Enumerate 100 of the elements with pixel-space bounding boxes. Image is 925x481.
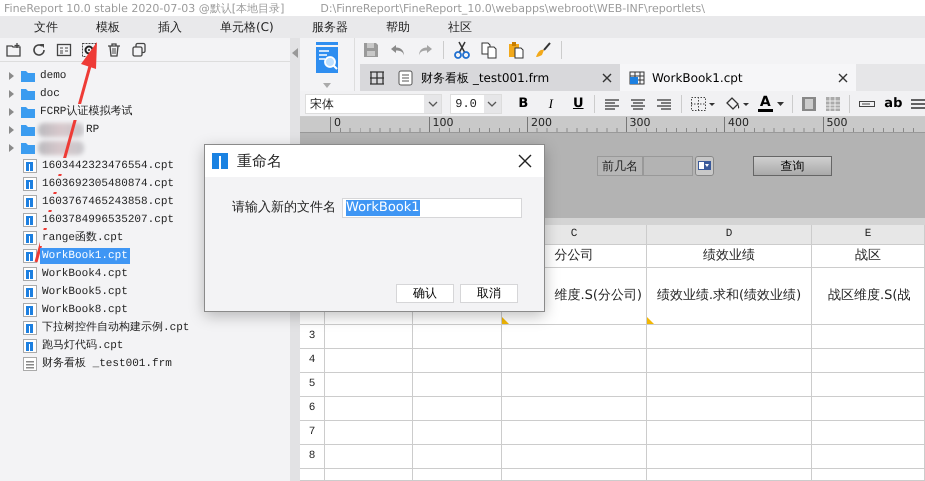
font-color-button[interactable]: A <box>758 95 784 112</box>
table-cell[interactable] <box>647 349 812 373</box>
report-file-icon <box>22 230 38 246</box>
table-cell[interactable] <box>812 373 925 397</box>
table-cell[interactable] <box>502 421 647 445</box>
tree-item[interactable]: range函数.cpt <box>40 230 126 246</box>
table-cell[interactable]: 绩效业绩 <box>647 245 812 268</box>
menu-item[interactable]: 社区 <box>436 18 484 36</box>
file-path: D:\FinreReport\FineReport_10.0\webapps\webroot\WEB-INF\reportlets\ <box>320 0 705 16</box>
row-header[interactable]: 4 <box>300 349 325 373</box>
row-header[interactable]: 6 <box>300 397 325 421</box>
table-cell[interactable] <box>647 469 812 481</box>
table-cell[interactable] <box>413 349 502 373</box>
text-button[interactable]: ab <box>884 94 903 114</box>
document-tab[interactable]: 财务看板 _test001.frm <box>389 64 620 91</box>
size-select[interactable]: 9.0 <box>450 94 502 114</box>
table-cell[interactable] <box>812 469 925 481</box>
table-cell[interactable] <box>413 421 502 445</box>
menu-item[interactable]: 单元格(C) <box>208 18 286 36</box>
cancel-button[interactable]: 取消 <box>460 284 518 303</box>
table-cell[interactable] <box>413 325 502 349</box>
copy-icon[interactable] <box>131 42 147 58</box>
refresh-icon[interactable] <box>31 42 47 58</box>
close-icon <box>518 154 532 168</box>
table-cell[interactable] <box>325 469 413 481</box>
report-tab-icon <box>628 68 646 86</box>
grid-icon[interactable] <box>368 68 386 86</box>
tree-item[interactable]: FCRP认证模拟考试 <box>38 104 134 120</box>
row-header[interactable]: 3 <box>300 325 325 349</box>
column-layout-icon[interactable] <box>800 96 817 112</box>
fill-bucket-icon[interactable] <box>724 96 750 112</box>
italic-button[interactable]: I <box>543 94 559 114</box>
table-cell[interactable] <box>812 445 925 469</box>
table-cell[interactable] <box>325 349 413 373</box>
table-cell[interactable] <box>812 421 925 445</box>
table-cell[interactable]: 战区 <box>812 245 925 268</box>
table-cell[interactable] <box>413 397 502 421</box>
table-cell[interactable] <box>812 325 925 349</box>
table-cell[interactable] <box>502 469 647 481</box>
table-cell[interactable] <box>647 445 812 469</box>
preview-icon[interactable] <box>315 41 339 75</box>
table-cell[interactable] <box>812 349 925 373</box>
table-cell[interactable] <box>325 325 413 349</box>
column-header[interactable]: E <box>812 225 925 245</box>
confirm-button[interactable]: 确认 <box>396 284 454 303</box>
properties-icon[interactable] <box>56 42 72 58</box>
paste-icon[interactable] <box>507 41 525 59</box>
table-icon[interactable] <box>824 96 841 112</box>
close-icon[interactable] <box>838 72 848 82</box>
menu-item[interactable]: 服务器 <box>300 18 360 36</box>
table-cell[interactable] <box>647 373 812 397</box>
new-folder-icon[interactable] <box>6 42 22 58</box>
bold-button[interactable]: B <box>516 94 532 114</box>
table-cell[interactable] <box>502 325 647 349</box>
cut-icon[interactable] <box>453 41 471 59</box>
underline-button[interactable]: U <box>570 94 586 114</box>
table-cell[interactable]: 战区维度.S(战 <box>812 268 925 325</box>
table-cell[interactable] <box>413 373 502 397</box>
table-cell[interactable] <box>502 397 647 421</box>
menu-item[interactable]: 插入 <box>146 18 194 36</box>
menu-item[interactable]: 模板 <box>84 18 132 36</box>
column-header[interactable]: D <box>647 225 812 245</box>
close-button[interactable] <box>518 154 532 168</box>
table-cell[interactable] <box>413 445 502 469</box>
trash-icon[interactable] <box>106 42 122 58</box>
borders-icon[interactable] <box>690 96 716 112</box>
row-header[interactable]: 8 <box>300 445 325 469</box>
collapse-arrow-icon[interactable] <box>292 48 298 58</box>
caret-icon[interactable] <box>323 83 331 88</box>
table-cell[interactable] <box>325 421 413 445</box>
table-cell[interactable] <box>502 373 647 397</box>
table-cell[interactable] <box>647 397 812 421</box>
format-brush-icon[interactable] <box>534 41 552 59</box>
table-cell[interactable] <box>647 421 812 445</box>
close-icon[interactable] <box>602 72 612 82</box>
table-cell[interactable] <box>325 397 413 421</box>
row-header[interactable]: 5 <box>300 373 325 397</box>
folder-icon <box>20 68 36 84</box>
report-file-icon <box>22 266 38 282</box>
table-cell[interactable] <box>325 373 413 397</box>
query-button[interactable]: 查询 <box>753 156 832 176</box>
dropdown-button[interactable] <box>695 156 714 176</box>
row-header[interactable] <box>300 469 325 481</box>
report-file-icon <box>22 194 38 210</box>
row-header[interactable]: 7 <box>300 421 325 445</box>
font-select[interactable]: 宋体 <box>305 94 442 114</box>
parameter-field[interactable] <box>643 156 693 176</box>
report-file-icon <box>22 284 38 300</box>
table-cell[interactable] <box>502 349 647 373</box>
table-cell[interactable] <box>413 469 502 481</box>
table-cell[interactable] <box>502 445 647 469</box>
copy-icon[interactable] <box>480 41 498 59</box>
parameter-label: 前几名 <box>597 156 643 176</box>
menu-item[interactable]: 文件 <box>22 18 70 36</box>
table-cell[interactable]: 绩效业绩.求和(绩效业绩) <box>647 268 812 325</box>
table-cell[interactable] <box>812 397 925 421</box>
menu-item[interactable]: 帮助 <box>374 18 422 36</box>
save-icon[interactable] <box>362 41 380 59</box>
table-cell[interactable] <box>647 325 812 349</box>
table-cell[interactable] <box>325 445 413 469</box>
